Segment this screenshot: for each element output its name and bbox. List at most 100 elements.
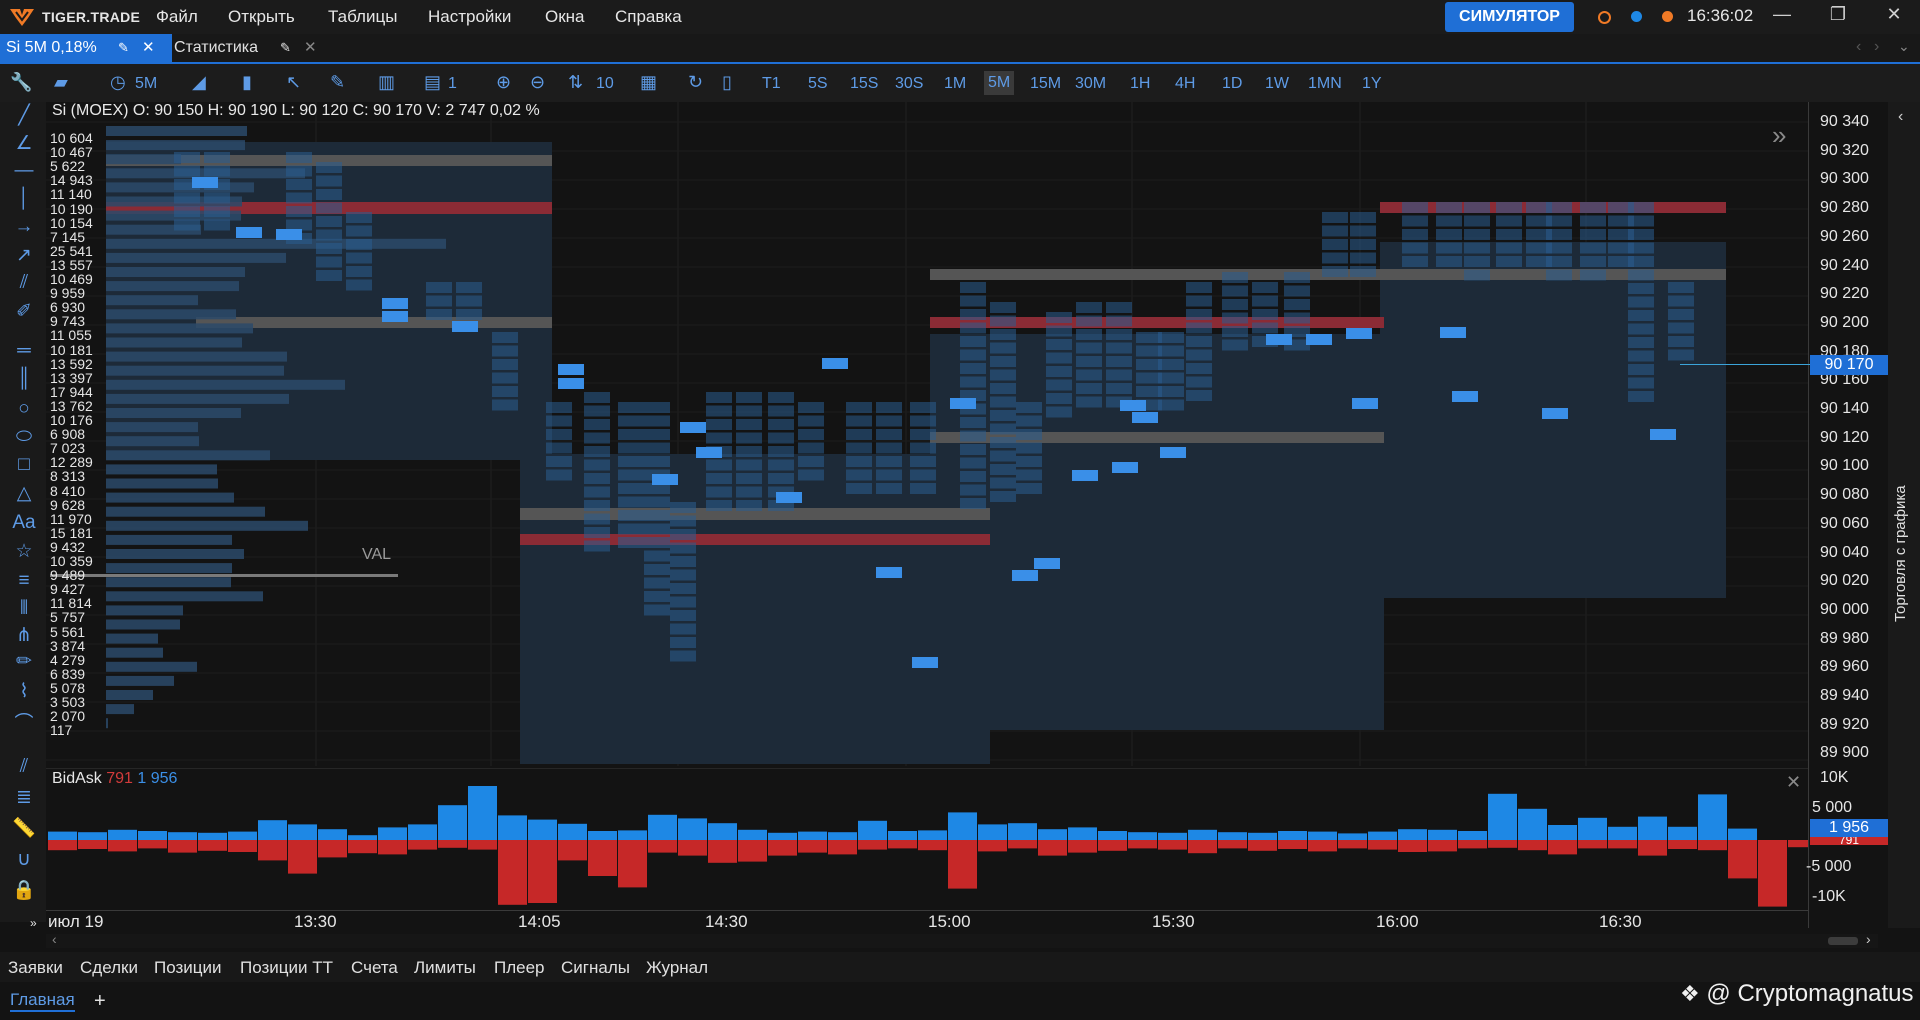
fib-tool-icon[interactable]: ≡ xyxy=(12,570,36,592)
collapse-panel-icon[interactable]: » xyxy=(1772,120,1786,151)
tf-1d[interactable]: 1D xyxy=(1222,75,1242,93)
menu-windows[interactable]: Окна xyxy=(545,7,585,27)
workspace-main-tab[interactable]: Главная xyxy=(10,990,75,1012)
tab-accounts[interactable]: Счета xyxy=(351,958,398,978)
vline-tool-icon[interactable]: │ xyxy=(12,188,36,210)
close-tab-icon[interactable]: ✕ xyxy=(304,34,317,62)
simulator-button[interactable]: СИМУЛЯТОР xyxy=(1445,2,1574,32)
tf-4h[interactable]: 4H xyxy=(1175,75,1195,93)
template-icon[interactable]: ▤ xyxy=(424,72,441,93)
tab-si-5m[interactable]: Si 5M 0,18% ✎ ✕ xyxy=(0,34,172,62)
tf-1mn[interactable]: 1MN xyxy=(1308,75,1342,93)
chart-type-icon[interactable]: ◢ xyxy=(192,72,206,93)
sort-icon[interactable]: ⇅ xyxy=(568,72,583,93)
close-indicator-icon[interactable]: ✕ xyxy=(1786,772,1801,793)
mouse-icon[interactable]: ▯ xyxy=(722,72,732,93)
refresh-icon[interactable]: ↻ xyxy=(688,72,703,93)
minimize-icon[interactable]: — xyxy=(1770,4,1794,25)
calendar-icon[interactable]: ▦ xyxy=(640,72,657,93)
fib-time-icon[interactable]: ⦀ xyxy=(12,598,36,620)
pen-icon[interactable]: ✎ xyxy=(330,72,345,93)
bars-icon[interactable]: ▥ xyxy=(378,72,395,93)
tf-5m[interactable]: 5M xyxy=(984,71,1015,95)
tab-statistics[interactable]: Статистика ✎ ✕ xyxy=(168,34,340,62)
ruler-icon[interactable]: 📏 xyxy=(12,816,36,840)
channel-tool-icon[interactable]: ⫽ xyxy=(12,272,36,294)
tf-1h[interactable]: 1H xyxy=(1130,75,1150,93)
rectangle-tool-icon[interactable]: □ xyxy=(12,454,36,476)
close-tab-icon[interactable]: ✕ xyxy=(142,34,155,62)
indicator-icon[interactable]: ▮ xyxy=(242,72,252,93)
tab-scroll-right-icon[interactable]: › xyxy=(1874,38,1879,56)
curve-tool-icon[interactable]: ⌒ xyxy=(12,708,36,735)
add-workspace-button[interactable]: + xyxy=(94,990,106,1013)
tab-trades[interactable]: Сделки xyxy=(80,958,138,978)
menu-file[interactable]: Файл xyxy=(156,7,198,27)
horizontal-scrollbar[interactable]: ‹ › xyxy=(46,931,1878,948)
tab-player[interactable]: Плеер xyxy=(494,958,545,978)
tab-positions-tt[interactable]: Позиции TT xyxy=(240,958,333,978)
tf-30s[interactable]: 30S xyxy=(895,75,923,93)
tab-scroll-left-icon[interactable]: ‹ xyxy=(1856,38,1861,56)
edit-icon[interactable]: ✎ xyxy=(280,34,291,62)
edit-icon[interactable]: ✎ xyxy=(118,34,129,62)
hline-tool-icon[interactable]: — xyxy=(12,160,36,182)
tab-menu-icon[interactable]: ⌄ xyxy=(1898,38,1910,55)
step-select[interactable]: 10 xyxy=(596,75,614,93)
menu-open[interactable]: Открыть xyxy=(228,7,295,27)
bidask-chart[interactable] xyxy=(46,768,1808,918)
list-icon[interactable]: ≣ xyxy=(12,786,36,809)
star-tool-icon[interactable]: ☆ xyxy=(12,540,36,563)
maximize-icon[interactable]: ❐ xyxy=(1826,4,1850,25)
angle-tool-icon[interactable]: ∠ xyxy=(12,132,36,155)
scroll-thumb[interactable] xyxy=(1828,937,1858,945)
triangle-tool-icon[interactable]: △ xyxy=(12,482,36,505)
chart-trading-label[interactable]: Торговля с графика xyxy=(1892,485,1909,622)
circle-tool-icon[interactable]: ○ xyxy=(12,398,36,420)
line-tool-icon[interactable]: ╱ xyxy=(12,104,36,127)
polyline-tool-icon[interactable]: ⌇ xyxy=(12,680,36,703)
menu-settings[interactable]: Настройки xyxy=(428,7,511,27)
tab-limits[interactable]: Лимиты xyxy=(414,958,476,978)
folder-icon[interactable]: ▰ xyxy=(54,72,68,93)
tf-1w[interactable]: 1W xyxy=(1265,75,1289,93)
tf-5s[interactable]: 5S xyxy=(808,75,828,93)
pencil-tool-icon[interactable]: ✏ xyxy=(12,650,36,673)
tab-orders[interactable]: Заявки xyxy=(8,958,63,978)
template-count[interactable]: 1 xyxy=(448,75,457,93)
tab-journal[interactable]: Журнал xyxy=(646,958,708,978)
pitchfork-icon[interactable]: ⋔ xyxy=(12,624,36,647)
tf-1y[interactable]: 1Y xyxy=(1362,75,1382,93)
time-axis-arrow-icon[interactable]: » xyxy=(30,916,37,930)
chart-area[interactable] xyxy=(46,102,1808,907)
clock-icon[interactable]: ◷ xyxy=(110,72,126,93)
footprint-chart[interactable] xyxy=(46,102,1808,766)
tf-1m[interactable]: 1M xyxy=(944,75,966,93)
brush-tool-icon[interactable]: ✐ xyxy=(12,300,36,323)
close-icon[interactable]: ✕ xyxy=(1882,4,1906,25)
panel-expand-icon[interactable]: ‹ xyxy=(1898,108,1903,126)
menu-tables[interactable]: Таблицы xyxy=(328,7,397,27)
magnet-icon[interactable]: ∪ xyxy=(12,848,36,871)
tf-15s[interactable]: 15S xyxy=(850,75,878,93)
lock-icon[interactable]: 🔒 xyxy=(12,878,36,902)
tf-t1[interactable]: T1 xyxy=(762,75,781,93)
scroll-right-icon[interactable]: › xyxy=(1866,931,1871,947)
arrow-tool-icon[interactable]: → xyxy=(12,216,36,238)
double-vline-icon[interactable]: ║ xyxy=(12,368,36,390)
layers-icon[interactable]: ⫽ xyxy=(12,756,36,778)
text-tool-icon[interactable]: Aa xyxy=(12,512,36,534)
ellipse-tool-icon[interactable]: ⬭ xyxy=(12,426,36,448)
timeframe-select[interactable]: 5M xyxy=(135,75,157,93)
zoom-out-icon[interactable]: ⊖ xyxy=(530,72,545,93)
cursor-icon[interactable]: ↖ xyxy=(286,72,301,93)
ray-tool-icon[interactable]: ↗ xyxy=(12,244,36,267)
tf-30m[interactable]: 30M xyxy=(1075,75,1106,93)
double-hline-icon[interactable]: ═ xyxy=(12,340,36,362)
menu-help[interactable]: Справка xyxy=(615,7,682,27)
scroll-left-icon[interactable]: ‹ xyxy=(52,931,57,947)
tab-signals[interactable]: Сигналы xyxy=(561,958,630,978)
tab-positions[interactable]: Позиции xyxy=(154,958,222,978)
wrench-icon[interactable]: 🔧 xyxy=(10,72,32,93)
tf-15m[interactable]: 15M xyxy=(1030,75,1061,93)
